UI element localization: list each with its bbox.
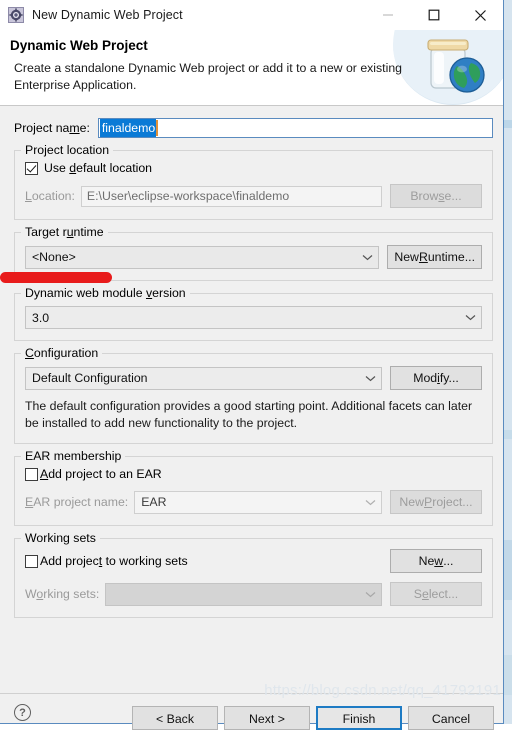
target-runtime-value: <None> [32,250,76,264]
new-ear-project-button[interactable]: New Project... [390,490,482,514]
target-runtime-combo[interactable]: <None> [25,245,380,269]
new-runtime-button[interactable]: New Runtime... [387,245,482,269]
ear-project-name-label: EAR project name: [25,495,129,509]
module-version-combo[interactable]: 3.0 [25,306,482,329]
new-working-set-button[interactable]: Ne w... [390,549,482,573]
wizard-navigation-buttons: < Back Next > Finish Cancel [132,706,494,730]
configuration-help-text: The default configuration provides a goo… [25,399,473,430]
page-description: Create a standalone Dynamic Web project … [14,61,403,92]
working-sets-combo[interactable] [105,582,382,606]
title-bar: New Dynamic Web Project [0,0,503,30]
ear-membership-title: EAR membership [21,449,126,463]
project-name-input[interactable]: finaldemo [97,118,493,138]
window-controls [365,0,503,30]
browse-button[interactable]: Brow s e... [390,184,482,208]
configuration-combo[interactable]: Default Configuration [25,366,382,390]
chevron-down-icon [359,375,381,382]
maximize-button[interactable] [411,0,457,30]
project-location-title: Project location [21,143,114,157]
finish-button[interactable]: Finish [316,706,402,730]
configuration-group: Configuration Default Configuration Mod i… [14,346,493,444]
ear-membership-group: EAR membership Add project to an EAR EAR… [14,449,493,526]
help-icon[interactable]: ? [14,704,31,721]
target-runtime-title: Target runtime [21,225,108,239]
page-title: Dynamic Web Project [10,38,148,53]
ear-project-name-row: EAR project name: EAR New Project... [25,490,482,514]
modify-button[interactable]: Mod i fy... [390,366,482,390]
gear-icon [8,7,24,23]
working-sets-label: Working sets: [25,587,100,601]
watermark-text: https://blog.csdn.net/qq_41792191 [264,682,501,699]
project-name-value: finaldemo [99,119,157,137]
cancel-button[interactable]: Cancel [408,706,494,730]
module-version-row: 3.0 [25,306,482,329]
wizard-content: Project name: finaldemo Project location… [0,118,503,618]
minimize-button[interactable] [365,0,411,30]
add-to-working-sets-label: Add project to working sets [40,554,188,568]
chevron-down-icon [356,254,378,261]
chevron-down-icon [459,314,481,321]
configuration-value: Default Configuration [32,371,148,385]
configuration-row: Default Configuration Mod i fy... [25,366,482,390]
add-to-working-sets-checkbox[interactable] [25,554,38,568]
use-default-location-row[interactable]: Use default location [25,161,482,175]
add-to-working-sets-row: Add project to working sets Ne w... [25,549,482,573]
ear-project-name-combo[interactable]: EAR [134,490,382,514]
location-input[interactable]: E:\User\eclipse-workspace\finaldemo [80,185,382,207]
use-default-location-label: Use default location [44,161,153,175]
working-sets-title: Working sets [21,531,100,545]
working-sets-row: Working sets: Se lect... [25,582,482,606]
window-title: New Dynamic Web Project [32,8,183,22]
close-button[interactable] [457,0,503,30]
location-label: Location: [25,189,75,203]
select-working-set-button[interactable]: Se lect... [390,582,482,606]
project-name-label: Project name: [14,121,90,135]
next-button[interactable]: Next > [224,706,310,730]
jar-globe-icon [409,30,499,105]
wizard-header: Dynamic Web Project Create a standalone … [0,30,503,106]
project-name-row: Project name: finaldemo [14,118,493,138]
configuration-title: Configuration [21,346,103,360]
red-annotation-mark [0,272,112,283]
new-dynamic-web-project-dialog: New Dynamic Web Project Dynamic Web Proj… [0,0,504,730]
use-default-location-checkbox[interactable] [25,161,38,175]
add-to-working-sets-check-row[interactable]: Add project to working sets [25,554,382,568]
add-to-ear-label: Add project to an EAR [40,467,162,481]
module-version-group: Dynamic web module version 3.0 [14,286,493,341]
module-version-value: 3.0 [32,310,50,325]
working-sets-group: Working sets Add project to working sets… [14,531,493,618]
ear-project-name-value: EAR [141,495,167,509]
add-to-ear-checkbox[interactable] [25,467,38,481]
add-to-ear-row[interactable]: Add project to an EAR [25,467,482,481]
location-row: Location: E:\User\eclipse-workspace\fina… [25,184,482,208]
module-version-title: Dynamic web module version [21,286,190,300]
back-button[interactable]: < Back [132,706,218,730]
chevron-down-icon [359,591,381,598]
chevron-down-icon [359,499,381,506]
target-runtime-row: <None> New Runtime... [25,245,482,269]
project-location-group: Project location Use default location Lo… [14,143,493,220]
text-caret [156,120,159,136]
